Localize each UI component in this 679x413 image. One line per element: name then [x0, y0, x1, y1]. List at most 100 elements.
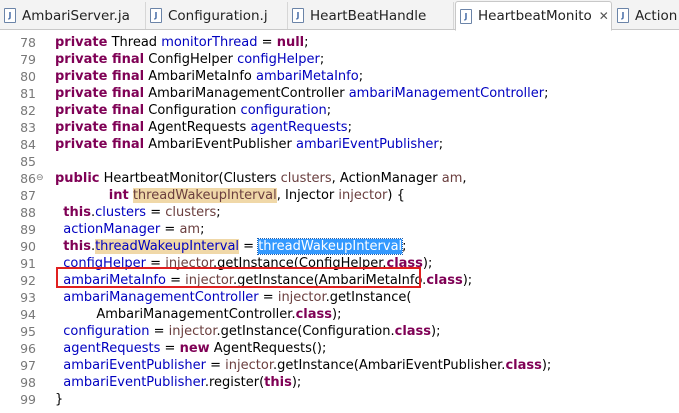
code-token: int	[108, 188, 129, 203]
line-number: 83	[20, 120, 36, 135]
code-token: =	[160, 341, 180, 356]
code-line[interactable]: 84 private final AmbariEventPublisher amb…	[0, 136, 679, 153]
code-line[interactable]: 81 private final AmbariManagementControll…	[0, 85, 679, 102]
tab-label: Action	[635, 7, 678, 24]
code-token: ;	[304, 35, 309, 50]
code-line[interactable]: 98 ambariEventPublisher.register(this);	[0, 374, 679, 391]
code-line[interactable]: 90 this.threadWakeupInterval = threadWak…	[0, 238, 679, 255]
code-text: private final ConfigHelper configHelper;	[55, 51, 324, 68]
code-text: }	[55, 391, 63, 408]
code-text: int threadWakeupInterval, Injector injec…	[55, 187, 405, 204]
code-text: private final AgentRequests agentRequest…	[55, 119, 352, 136]
code-token: Thread	[107, 35, 162, 50]
code-line[interactable]: 83 private final AgentRequests agentReque…	[0, 119, 679, 136]
code-token: null	[276, 35, 305, 50]
code-token: agentRequests	[250, 120, 348, 135]
code-token: =	[257, 35, 277, 50]
code-text: this.clusters = clusters;	[55, 204, 221, 221]
code-line[interactable]: 85	[0, 153, 679, 170]
code-token: configuration	[63, 324, 150, 339]
code-token: this	[264, 375, 292, 390]
code-line[interactable]: 94 AmbariManagementController.class);	[0, 306, 679, 323]
code-line[interactable]: 87 int threadWakeupInterval, Injector in…	[0, 187, 679, 204]
close-icon[interactable]: ✕	[598, 9, 610, 23]
code-token: clusters	[165, 205, 217, 220]
line-number: 80	[20, 69, 36, 84]
code-line[interactable]: 82 private final Configuration configurat…	[0, 102, 679, 119]
code-line[interactable]: 89 actionManager = am;	[0, 221, 679, 238]
java-file-icon: J	[150, 8, 162, 23]
tab-heartbeat-handler[interactable]: J HeartBeatHandle	[288, 2, 454, 29]
code-token: configuration	[240, 103, 327, 118]
fold-collapse-icon[interactable]: ⊖	[36, 170, 46, 187]
code-token: );	[431, 324, 441, 339]
tab-ambari-server[interactable]: J AmbariServer.ja	[0, 2, 146, 29]
code-token: ambariManagementController	[63, 290, 259, 305]
line-number: 78	[20, 35, 36, 50]
tab-configuration[interactable]: J Configuration.j	[146, 2, 288, 29]
code-token: actionManager	[63, 222, 161, 237]
code-line[interactable]: 96 agentRequests = new AgentRequests();	[0, 340, 679, 357]
code-token: am	[441, 171, 463, 186]
code-token: threadWakeupInterval	[132, 188, 277, 203]
line-number: 85	[20, 154, 36, 169]
code-token: .getInstance(	[325, 290, 412, 305]
code-editor[interactable]: 78 private Thread monitorThread = null; 79…	[0, 31, 679, 413]
code-text: private final Configuration configuratio…	[55, 102, 331, 119]
editor-tab-bar: J AmbariServer.ja J Configuration.j J He…	[0, 0, 679, 31]
selected-text: threadWakeupInterval	[257, 238, 404, 255]
code-line[interactable]: 86 ⊖ public HeartbeatMonitor(Clusters clus…	[0, 170, 679, 187]
code-token: ambariMetaInfo	[256, 69, 359, 84]
line-number: 84	[20, 137, 36, 152]
code-token: AmbariEventPublisher	[144, 137, 297, 152]
code-token: ;	[200, 222, 205, 237]
code-token: private final	[55, 137, 145, 152]
code-token: ) {	[387, 188, 405, 203]
code-text: AmbariManagementController.class);	[55, 306, 341, 323]
code-text: private final AmbariMetaInfo ambariMetaI…	[55, 68, 363, 85]
code-token: =	[258, 290, 278, 305]
java-file-icon: J	[460, 8, 472, 24]
code-token: );	[291, 375, 302, 390]
line-number: 94	[20, 307, 36, 322]
code-token: ambariManagementController	[348, 86, 545, 101]
code-line[interactable]: 88 this.clusters = clusters;	[0, 204, 679, 221]
code-token: ;	[347, 120, 352, 135]
code-token: ;	[216, 205, 221, 220]
code-line[interactable]: 79 private final ConfigHelper configHelpe…	[0, 51, 679, 68]
code-token: private final	[55, 69, 145, 84]
code-token: ConfigHelper	[144, 52, 238, 67]
code-line[interactable]: 99}	[0, 391, 679, 408]
code-token: clusters	[280, 171, 332, 186]
code-token: this	[63, 239, 91, 254]
code-line[interactable]: 80 private final AmbariMetaInfo ambariMet…	[0, 68, 679, 85]
tab-action[interactable]: J Action	[613, 2, 679, 29]
code-token: injector	[225, 358, 273, 373]
java-file-icon: J	[4, 8, 16, 23]
code-token: ;	[402, 239, 407, 254]
code-token: );	[462, 273, 473, 288]
code-text: ambariEventPublisher.register(this);	[55, 374, 301, 391]
code-token: ambariEventPublisher	[296, 137, 439, 152]
code-token: class	[426, 273, 463, 288]
code-token: new	[179, 341, 210, 356]
code-token: AgentRequests();	[209, 341, 327, 356]
highlight-annotation-box	[56, 267, 421, 288]
code-text: this.threadWakeupInterval = threadWakeup…	[55, 238, 407, 255]
code-token: =	[149, 324, 169, 339]
code-line[interactable]: 95 configuration = injector.getInstance(…	[0, 323, 679, 340]
code-token: agentRequests	[63, 341, 161, 356]
tab-heartbeat-monitor[interactable]: J HeartbeatMonito ✕	[455, 1, 612, 31]
code-token: Configuration	[144, 103, 241, 118]
code-line[interactable]: 78 private Thread monitorThread = null;	[0, 34, 679, 51]
line-number: 89	[20, 222, 36, 237]
code-line[interactable]: 97 ambariEventPublisher = injector.getIn…	[0, 357, 679, 374]
code-token: =	[146, 205, 166, 220]
code-token: class	[394, 324, 432, 339]
tab-label: AmbariServer.ja	[22, 7, 130, 24]
code-token: public	[55, 171, 100, 186]
code-line[interactable]: 93 ambariManagementController = injector…	[0, 289, 679, 306]
line-number: 95	[20, 324, 36, 339]
code-token: AmbariManagementController.	[55, 307, 296, 322]
code-token: private final	[55, 52, 145, 67]
